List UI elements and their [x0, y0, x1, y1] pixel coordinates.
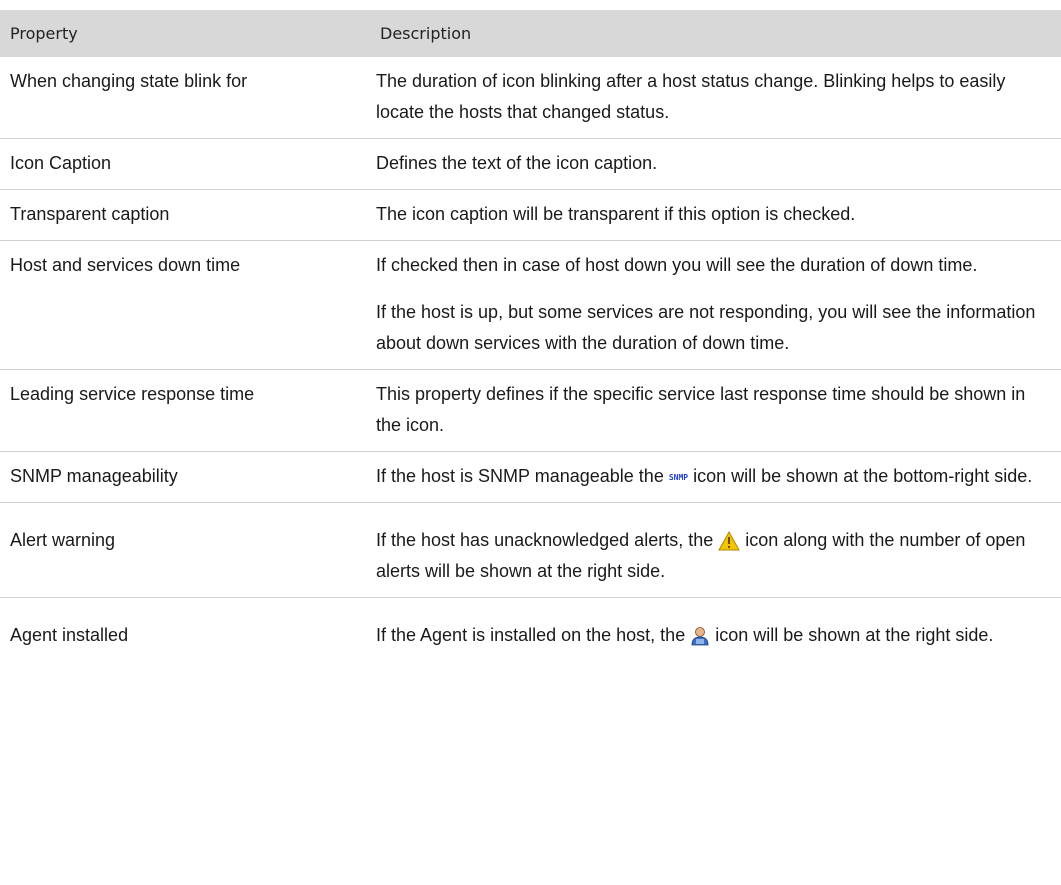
table-header: Property Description [0, 10, 1061, 57]
description-text: This property defines if the specific se… [376, 384, 1026, 435]
description-text: The duration of icon blinking after a ho… [376, 71, 1006, 122]
agent-person-icon [690, 626, 710, 646]
description-text-before: If the host has unacknowledged alerts, t… [376, 530, 714, 550]
description-text: The icon caption will be transparent if … [376, 204, 856, 224]
description-cell: If the host is SNMP manageable the SNMP … [370, 452, 1061, 502]
description-text: If the Agent is installed on the host, t… [376, 620, 1051, 651]
snmp-icon: SNMP [668, 473, 689, 482]
description-text: If the host is SNMP manageable the SNMP … [376, 461, 1051, 492]
table-row: Host and services down time If checked t… [0, 241, 1061, 370]
header-property: Property [10, 24, 78, 43]
description-cell: The icon caption will be transparent if … [370, 190, 1061, 240]
table-row: Icon Caption Defines the text of the ico… [0, 139, 1061, 190]
description-cell: If the host has unacknowledged alerts, t… [370, 503, 1061, 597]
description-text: If the host has unacknowledged alerts, t… [376, 525, 1051, 587]
property-table: Property Description When changing state… [0, 10, 1061, 661]
warning-triangle-icon [718, 531, 741, 551]
description-cell: Defines the text of the icon caption. [370, 139, 1061, 189]
table-row: Agent installed If the Agent is installe… [0, 598, 1061, 661]
property-cell: SNMP manageability [10, 466, 178, 486]
property-cell: Leading service response time [10, 384, 255, 404]
description-cell: The duration of icon blinking after a ho… [370, 57, 1061, 138]
property-cell: Icon Caption [10, 153, 112, 173]
table-row: SNMP manageability If the host is SNMP m… [0, 452, 1061, 503]
description-text: Defines the text of the icon caption. [376, 153, 658, 173]
description-text-before: If the Agent is installed on the host, t… [376, 625, 686, 645]
property-cell: Alert warning [10, 530, 116, 550]
table-row: Leading service response time This prope… [0, 370, 1061, 452]
property-cell: Transparent caption [10, 204, 170, 224]
property-cell: Agent installed [10, 625, 129, 645]
description-text-after: icon will be shown at the bottom-right s… [693, 466, 1033, 486]
description-text-after: icon will be shown at the right side. [715, 625, 994, 645]
header-description: Description [380, 24, 472, 43]
property-cell: When changing state blink for [10, 71, 248, 91]
description-text-before: If the host is SNMP manageable the [376, 466, 664, 486]
table-row: Alert warning If the host has unacknowle… [0, 503, 1061, 598]
description-cell: If the Agent is installed on the host, t… [370, 598, 1061, 661]
description-cell: This property defines if the specific se… [370, 370, 1061, 451]
table-row: When changing state blink for The durati… [0, 57, 1061, 139]
description-cell: If checked then in case of host down you… [370, 241, 1061, 369]
property-cell: Host and services down time [10, 255, 241, 275]
description-text: If the host is up, but some services are… [376, 302, 1036, 353]
description-text: If checked then in case of host down you… [376, 255, 978, 275]
table-row: Transparent caption The icon caption wil… [0, 190, 1061, 241]
